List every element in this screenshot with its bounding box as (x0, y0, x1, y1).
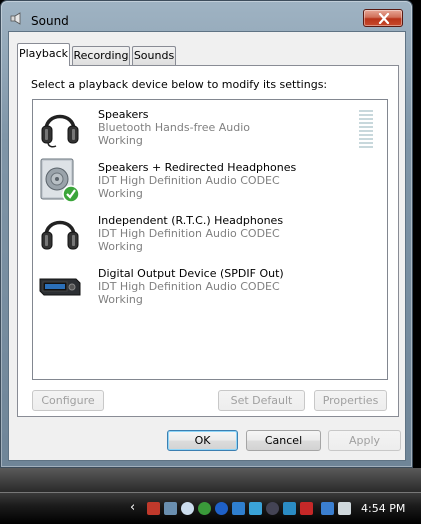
playback-device-list[interactable]: Speakers Bluetooth Hands-free Audio Work… (32, 99, 388, 380)
volume-level-meter (359, 110, 375, 150)
device-name: Speakers (98, 108, 149, 121)
close-x-icon (378, 13, 390, 24)
device-description: IDT High Definition Audio CODEC (98, 280, 280, 293)
show-hidden-icons-chevron-icon[interactable]: ‹ (130, 500, 135, 515)
device-status: Working (98, 240, 143, 253)
list-item-speakers-redirected[interactable]: Speakers + Redirected Headphones IDT Hig… (33, 155, 387, 207)
configure-button[interactable]: Configure (32, 390, 104, 411)
list-item-speakers[interactable]: Speakers Bluetooth Hands-free Audio Work… (33, 102, 387, 154)
sound-dialog: Sound Playback Recording Sounds Select a… (0, 0, 413, 468)
apply-button[interactable]: Apply (328, 430, 401, 451)
set-default-button[interactable]: Set Default (218, 390, 305, 411)
device-status: Working (98, 293, 143, 306)
device-name: Independent (R.T.C.) Headphones (98, 214, 284, 227)
headphones-icon (41, 114, 79, 148)
device-description: IDT High Definition Audio CODEC (98, 227, 280, 240)
device-description: Bluetooth Hands-free Audio (98, 121, 251, 134)
device-status: Working (98, 134, 143, 147)
headphones-icon (41, 220, 79, 250)
tab-recording[interactable]: Recording (72, 46, 130, 65)
instruction-text: Select a playback device below to modify… (31, 78, 328, 91)
speaker-icon (40, 158, 80, 203)
device-status: Working (98, 187, 143, 200)
bluetooth-tray-icon[interactable] (215, 502, 228, 515)
digital-output-icon (39, 278, 81, 296)
device-name: Digital Output Device (SPDIF Out) (98, 267, 284, 280)
device-description: IDT High Definition Audio CODEC (98, 174, 280, 187)
taskbar: ‹ 4:54 PM (0, 492, 421, 524)
speaker-title-icon (10, 12, 21, 25)
playback-panel: Select a playback device below to modify… (17, 65, 399, 417)
tab-sounds[interactable]: Sounds (132, 46, 176, 65)
window-title: Sound (31, 14, 69, 28)
taskbar-clock[interactable]: 4:54 PM (361, 502, 405, 515)
desktop-background (0, 468, 421, 492)
mcafee-tray-icon[interactable] (300, 502, 313, 515)
ok-button[interactable]: OK (167, 430, 238, 451)
list-item-independent-headphones[interactable]: Independent (R.T.C.) Headphones IDT High… (33, 208, 387, 260)
dialog-client-area: Playback Recording Sounds Select a playb… (8, 31, 406, 461)
volume-muted-tray-icon[interactable] (338, 502, 351, 515)
close-button[interactable] (363, 9, 403, 27)
messenger-tray-icon[interactable] (249, 502, 262, 515)
network-connection-tray-icon[interactable] (321, 502, 334, 515)
list-item-digital-output[interactable]: Digital Output Device (SPDIF Out) IDT Hi… (33, 261, 387, 313)
device-name: Speakers + Redirected Headphones (98, 161, 297, 174)
app-tray-icon[interactable] (283, 502, 296, 515)
sync-tray-icon[interactable] (181, 502, 194, 515)
display-tray-icon[interactable] (232, 502, 245, 515)
network-tray-icon[interactable] (164, 502, 177, 515)
update-tray-icon[interactable] (198, 502, 211, 515)
cancel-button[interactable]: Cancel (246, 430, 321, 451)
tab-playback[interactable]: Playback (17, 43, 70, 66)
properties-button[interactable]: Properties (314, 390, 387, 411)
title-bar[interactable]: Sound (1, 1, 412, 31)
antivirus-tray-icon[interactable] (147, 502, 160, 515)
media-tray-icon[interactable] (266, 502, 279, 515)
